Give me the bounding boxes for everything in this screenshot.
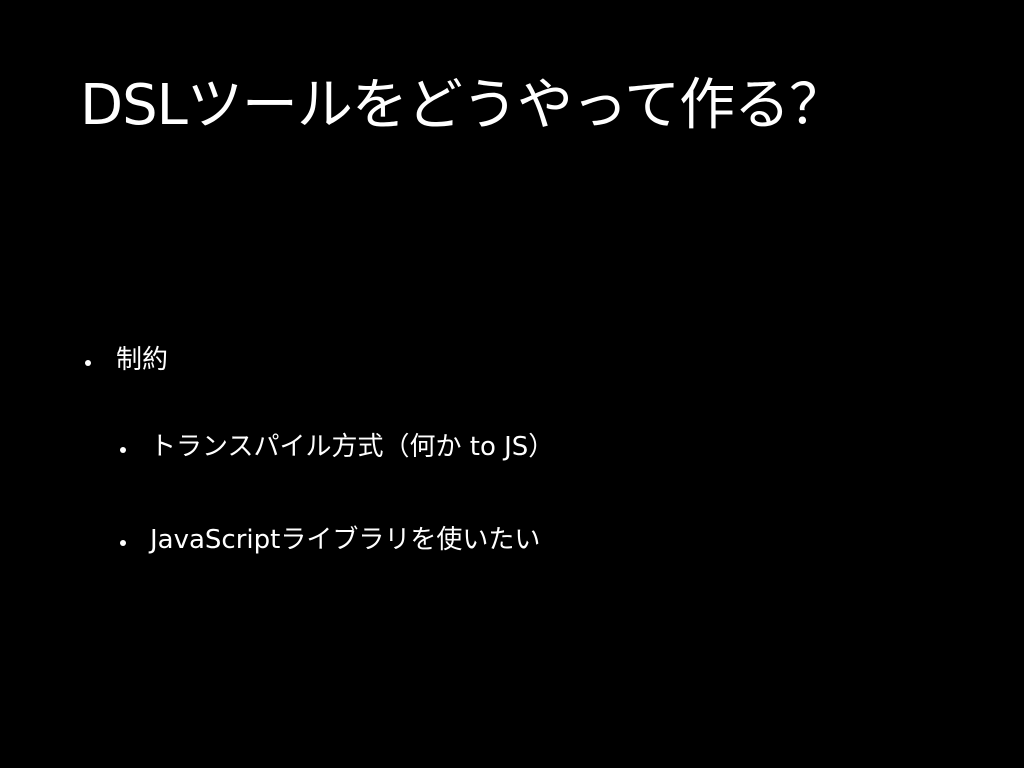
sub-bullet-item: JavaScriptライブラリを使いたい [80, 520, 554, 560]
bullet-dot-icon [85, 360, 91, 366]
bullet-dot-icon [120, 447, 126, 453]
bullet-list: 制約 トランスパイル方式（何か to JS） JavaScriptライブラリを使… [80, 340, 554, 560]
bullet-item-constraints: 制約 [80, 340, 554, 380]
slide-title: DSLツールをどうやって作る？ [80, 73, 845, 138]
sub-bullet-item: トランスパイル方式（何か to JS） [80, 427, 554, 467]
slide: DSLツールをどうやって作る？ 制約 トランスパイル方式（何か to JS） J… [0, 0, 1024, 768]
sub-bullet-text: トランスパイル方式（何か to JS） [150, 432, 555, 462]
bullet-dot-icon [120, 540, 126, 546]
sub-bullet-text: JavaScriptライブラリを使いたい [150, 525, 541, 555]
bullet-text: 制約 [116, 345, 169, 375]
